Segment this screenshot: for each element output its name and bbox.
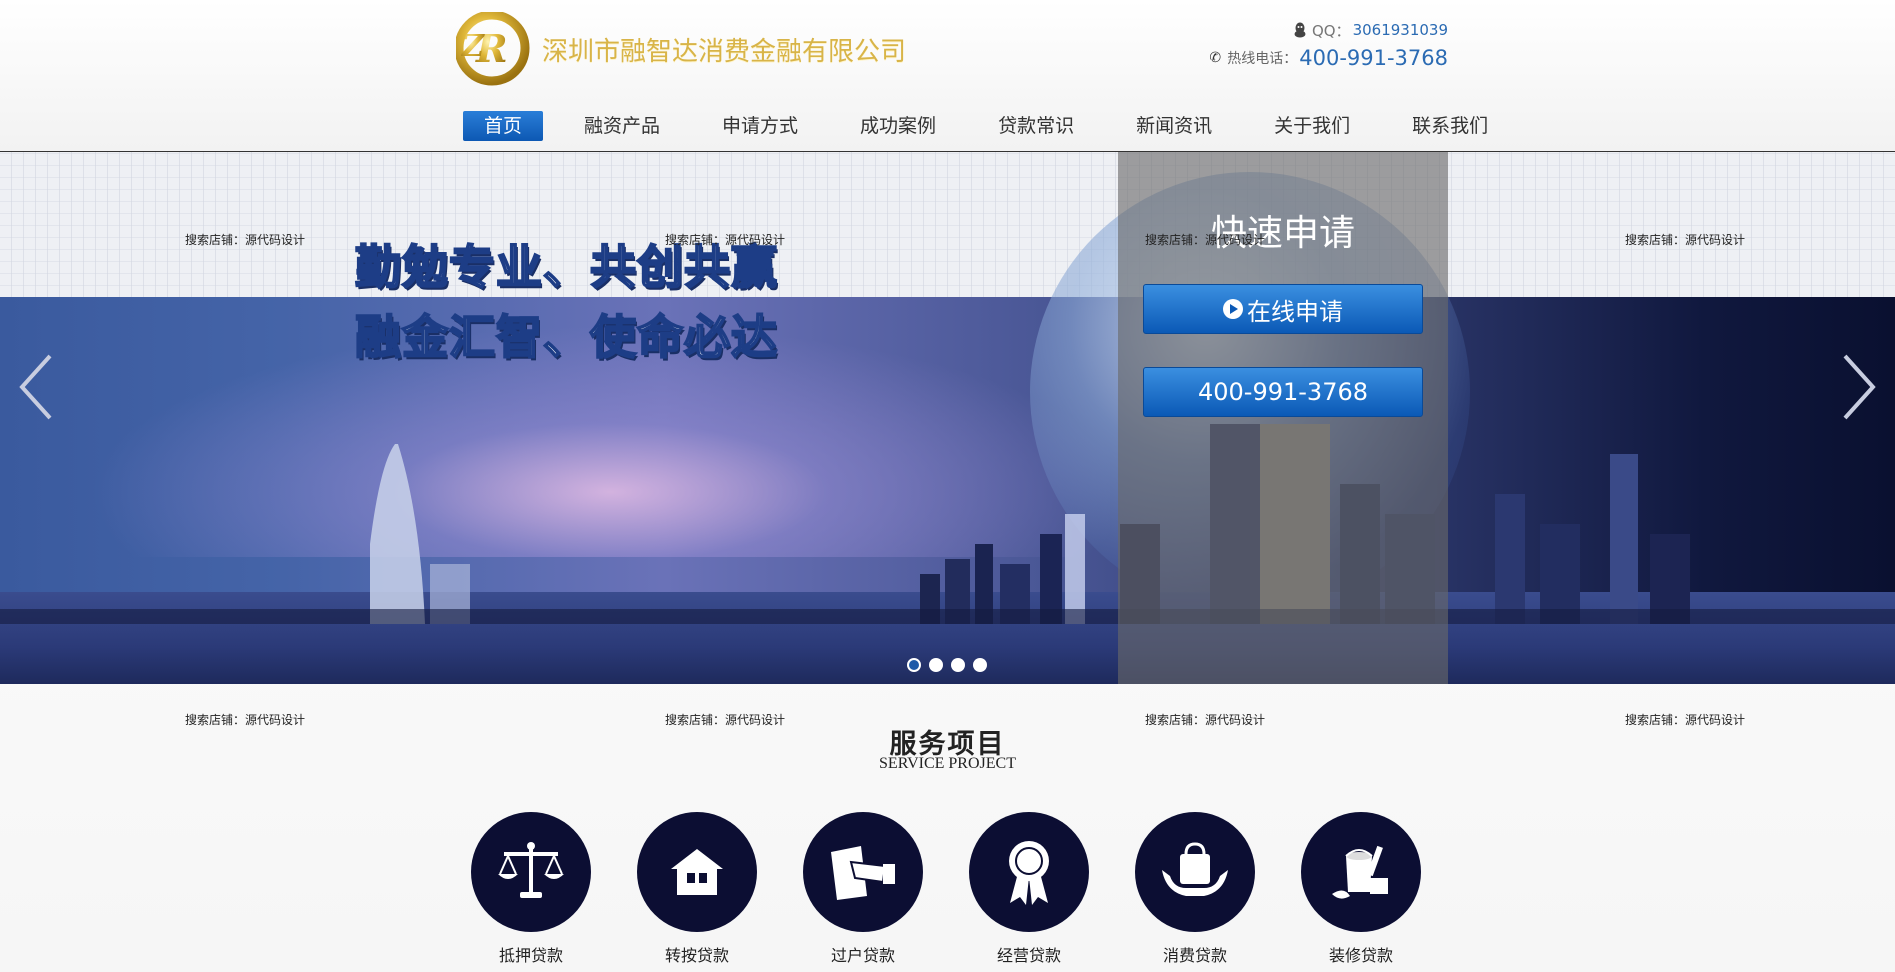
- next-slide-arrow-icon[interactable]: [1841, 352, 1877, 422]
- service-label: 过户贷款: [830, 946, 895, 965]
- phone-apply-button[interactable]: 400-991-3768: [1143, 367, 1423, 417]
- phone-apply-label: 400-991-3768: [1197, 378, 1368, 406]
- service-item-renovation-loan[interactable]: 装修贷款: [1301, 812, 1421, 966]
- qq-penguin-icon: [1292, 22, 1308, 38]
- slogan-line-2: 融金汇智、使命必达: [354, 309, 778, 365]
- play-circle-icon: [1223, 299, 1243, 319]
- service-item-consumer-loan[interactable]: 消费贷款: [1135, 812, 1255, 966]
- house-icon: [637, 812, 757, 932]
- site-logo[interactable]: R Z 深圳市融智达消费金融有限公司: [454, 10, 907, 86]
- slide-indicators: [907, 658, 995, 672]
- company-name: 深圳市融智达消费金融有限公司: [542, 36, 907, 67]
- nav-item-home[interactable]: 首页: [463, 111, 544, 141]
- banner-grid-background: [0, 152, 1895, 297]
- services-list: 抵押贷款 转按贷款 过户贷款 经营贷款 消费贷款 装修贷款: [471, 812, 1467, 966]
- service-item-mortgage-loan[interactable]: 抵押贷款: [471, 812, 591, 966]
- document-handover-icon: [803, 812, 923, 932]
- slide-dot-1[interactable]: [907, 658, 921, 672]
- qq-label: QQ：: [1311, 21, 1351, 40]
- service-label: 转按贷款: [664, 946, 729, 965]
- slide-dot-3[interactable]: [951, 658, 965, 672]
- prev-slide-arrow-icon[interactable]: [18, 352, 54, 422]
- banner-slogan: 勤勉专业、共创共赢 融金汇智、使命必达: [354, 232, 835, 372]
- hotline-number[interactable]: 400-991-3768: [1299, 46, 1448, 70]
- service-item-business-loan[interactable]: 经营贷款: [969, 812, 1089, 966]
- phone-icon: ✆: [1209, 50, 1222, 66]
- nav-item-about-us[interactable]: 关于我们: [1253, 111, 1371, 141]
- service-label: 抵押贷款: [498, 946, 563, 965]
- nav-item-news[interactable]: 新闻资讯: [1115, 111, 1233, 141]
- quick-apply-title: 快速申请: [1210, 213, 1355, 254]
- watermark-text: 搜索店铺：源代码设计: [185, 233, 306, 247]
- services-subtitle: SERVICE PROJECT: [879, 755, 1016, 772]
- qq-contact[interactable]: QQ： 3061931039: [1207, 18, 1448, 42]
- watermark-text: 搜索店铺：源代码设计: [665, 233, 786, 247]
- watermark-text: 搜索店铺：源代码设计: [1625, 233, 1746, 247]
- shopping-bag-hands-icon: [1135, 812, 1255, 932]
- site-header: R Z 深圳市融智达消费金融有限公司 QQ： 3061931039 ✆ 热线电话…: [0, 0, 1895, 152]
- hotline-label: 热线电话：: [1227, 51, 1298, 67]
- hotline-contact: ✆ 热线电话： 400-991-3768: [1207, 46, 1448, 70]
- service-label: 经营贷款: [996, 946, 1061, 965]
- svg-text:Z: Z: [461, 29, 485, 64]
- main-nav: 首页 融资产品 申请方式 成功案例 贷款常识 新闻资讯 关于我们 联系我们: [463, 111, 1529, 141]
- service-label: 装修贷款: [1328, 946, 1393, 965]
- logo-emblem-icon: R Z: [454, 10, 538, 86]
- nav-item-success-cases[interactable]: 成功案例: [839, 111, 957, 141]
- qq-number[interactable]: 3061931039: [1353, 21, 1448, 39]
- service-item-transfer-loan[interactable]: 过户贷款: [803, 812, 923, 966]
- slide-dot-4[interactable]: [973, 658, 987, 672]
- service-item-transfer-mortgage[interactable]: 转按贷款: [637, 812, 757, 966]
- slide-dot-2[interactable]: [929, 658, 943, 672]
- watermark-text: 搜索店铺：源代码设计: [1145, 233, 1266, 247]
- contact-info: QQ： 3061931039 ✆ 热线电话： 400-991-3768: [1207, 18, 1448, 70]
- scales-icon: [471, 812, 591, 932]
- paint-bucket-icon: [1301, 812, 1421, 932]
- online-apply-button[interactable]: 在线申请: [1143, 284, 1423, 334]
- nav-item-apply-methods[interactable]: 申请方式: [701, 111, 819, 141]
- nav-item-financing-products[interactable]: 融资产品: [563, 111, 681, 141]
- nav-item-contact-us[interactable]: 联系我们: [1391, 111, 1509, 141]
- online-apply-label: 在线申请: [1247, 297, 1343, 326]
- nav-item-loan-knowledge[interactable]: 贷款常识: [977, 111, 1095, 141]
- city-skyline-image: [0, 424, 1895, 624]
- service-label: 消费贷款: [1162, 946, 1227, 965]
- award-ribbon-icon: [969, 812, 1089, 932]
